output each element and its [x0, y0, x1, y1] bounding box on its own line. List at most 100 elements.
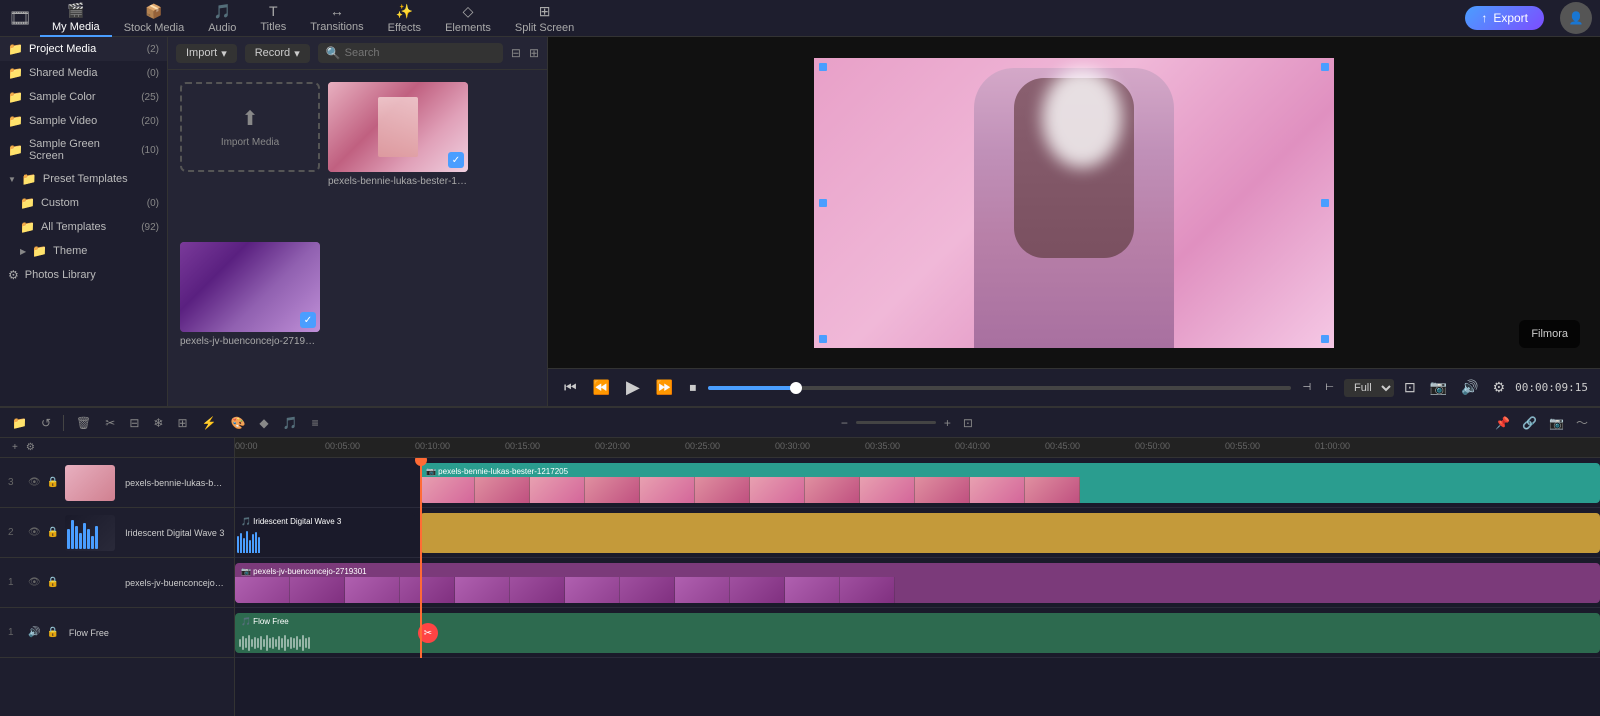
- nav-item-audio[interactable]: 🎵Audio: [196, 0, 248, 37]
- tl-cut-button[interactable]: ✂: [101, 414, 119, 432]
- expand-arrow-preset-templates: ▼: [8, 175, 16, 184]
- filter-icon[interactable]: ⊟: [511, 46, 521, 60]
- skip-back-button[interactable]: ⏮: [560, 377, 581, 398]
- track-audio-lock-button[interactable]: 🔒: [46, 627, 58, 638]
- audio-button[interactable]: 🔊: [1457, 377, 1482, 398]
- timeline-ruler: 00:0000:05:0000:10:0000:15:0000:20:0000:…: [235, 438, 1600, 457]
- search-container: 🔍: [318, 43, 503, 63]
- record-button[interactable]: Record ▾: [245, 44, 310, 63]
- sidebar-item-theme[interactable]: ▶📁Theme: [0, 239, 167, 263]
- step-back-button[interactable]: ⏪: [589, 377, 614, 398]
- play-button[interactable]: ▶: [622, 375, 644, 400]
- sidebar-item-custom[interactable]: 📁Custom(0): [0, 191, 167, 215]
- nav-item-elements[interactable]: ◇Elements: [433, 0, 503, 37]
- nav-icon-stock-media: 📦: [145, 3, 162, 20]
- tl-camera-button[interactable]: 📷: [1545, 412, 1568, 433]
- tl-crop-button[interactable]: ⊞: [173, 414, 191, 432]
- tl-audio-waveform-button[interactable]: 〜: [1572, 412, 1592, 433]
- tl-undo-back[interactable]: ↺: [37, 414, 55, 432]
- nav-item-stock-media[interactable]: 📦Stock Media: [112, 0, 197, 37]
- grid-view-icon[interactable]: ⊞: [529, 46, 539, 60]
- clip-2-preview[interactable]: 🎵 Iridescent Digital Wave 3: [235, 513, 415, 553]
- left-sidebar: 📁Project Media(2)📁Shared Media(0)📁Sample…: [0, 37, 168, 406]
- tl-delete-button[interactable]: 🗑: [72, 414, 95, 432]
- track-audio-mute-button[interactable]: 🔊: [28, 627, 40, 638]
- filmora-watermark: Filmora: [1519, 320, 1580, 348]
- clip-2-gold[interactable]: [420, 513, 1600, 553]
- next-frame-button[interactable]: ⊢: [1321, 380, 1338, 395]
- card-label-2: pexels-jv-buenconcejo-2719301: [180, 336, 320, 347]
- timeline-toolbar: 📁 ↺ 🗑 ✂ ⊟ ❄ ⊞ ⚡ 🎨 ◆ 🎵 ≡ − + ⊡ 📌 🔗 📷 〜: [0, 408, 1600, 438]
- media-grid: ⬆ Import Media ✓ pexels-bennie-lukas-bes…: [168, 70, 547, 406]
- track-label-1: 1 👁 🔒 pexels-jv-buenconcejo-2719301: [0, 558, 234, 608]
- fullscreen-button[interactable]: ⊡: [1400, 377, 1420, 398]
- track-1-eye-button[interactable]: 👁: [28, 577, 41, 588]
- tracks-scroll-area[interactable]: 📷 pexels-bennie-lukas-bester-1217205: [235, 458, 1600, 716]
- settings-button[interactable]: ⚙: [1489, 377, 1510, 398]
- media-card-1[interactable]: ✓ pexels-bennie-lukas-bester-1217205: [328, 82, 468, 234]
- ruler-time-4: 00:20:00: [595, 441, 630, 451]
- media-card-2[interactable]: ✓ pexels-jv-buenconcejo-2719301: [180, 242, 320, 394]
- clip-3[interactable]: 📷 pexels-bennie-lukas-bester-1217205: [420, 463, 1600, 503]
- nav-item-split-screen[interactable]: ⊞Split Screen: [503, 0, 586, 37]
- track-2-lock-button[interactable]: 🔒: [47, 527, 59, 538]
- tl-zoom-in[interactable]: +: [940, 414, 955, 432]
- tl-freeze-button[interactable]: ❄: [149, 414, 167, 432]
- nav-item-my-media[interactable]: 🎬My Media: [40, 0, 112, 37]
- sidebar-item-all-templates[interactable]: 📁All Templates(92): [0, 215, 167, 239]
- sidebar-item-preset-templates[interactable]: ▼📁Preset Templates: [0, 167, 167, 191]
- track-2-eye-button[interactable]: 👁: [28, 527, 41, 538]
- tl-split-button[interactable]: ⊟: [125, 414, 143, 432]
- tl-snap-button[interactable]: 📌: [1491, 412, 1514, 433]
- tl-fit-button[interactable]: ⊡: [959, 414, 977, 432]
- nav-item-effects[interactable]: ✨Effects: [376, 0, 433, 37]
- tl-magnet-button[interactable]: 🔗: [1518, 412, 1541, 433]
- track-3-lock-button[interactable]: 🔒: [47, 477, 59, 488]
- search-input[interactable]: [345, 47, 495, 59]
- card-label-1: pexels-bennie-lukas-bester-1217205: [328, 176, 468, 187]
- quality-select[interactable]: Full: [1344, 379, 1394, 397]
- zoom-slider[interactable]: [856, 421, 936, 424]
- clip-1[interactable]: 📷 pexels-jv-buenconcejo-2719301: [235, 563, 1600, 603]
- prev-frame-button[interactable]: ⊣: [1299, 380, 1316, 395]
- sidebar-item-sample-green[interactable]: 📁Sample Green Screen(10): [0, 133, 167, 167]
- nav-item-transitions[interactable]: ↔Transitions: [298, 0, 375, 37]
- progress-bar[interactable]: [708, 386, 1290, 390]
- screenshot-button[interactable]: 📷: [1426, 377, 1451, 398]
- tl-color-button[interactable]: 🎨: [226, 414, 249, 432]
- step-forward-button[interactable]: ⏩: [652, 377, 677, 398]
- track-row-3: 📷 pexels-bennie-lukas-bester-1217205: [235, 458, 1600, 508]
- user-avatar[interactable]: 👤: [1560, 2, 1592, 34]
- track-3-thumb: [65, 465, 115, 501]
- nav-item-titles[interactable]: TTitles: [248, 0, 298, 37]
- sidebar-item-sample-color[interactable]: 📁Sample Color(25): [0, 85, 167, 109]
- tl-more-button[interactable]: ≡: [308, 414, 323, 432]
- folder-icon-project-media: 📁: [8, 42, 23, 56]
- tl-zoom-out[interactable]: −: [837, 414, 852, 432]
- sidebar-item-photos-library[interactable]: ⚙Photos Library: [0, 263, 167, 287]
- tl-speed-button[interactable]: ⚡: [198, 414, 221, 432]
- sidebar-item-sample-video[interactable]: 📁Sample Video(20): [0, 109, 167, 133]
- tl-audio-button[interactable]: 🎵: [279, 414, 302, 432]
- tl-folder-button[interactable]: 📁: [8, 414, 31, 432]
- sidebar-item-shared-media[interactable]: 📁Shared Media(0): [0, 61, 167, 85]
- track-1-lock-button[interactable]: 🔒: [47, 577, 59, 588]
- tl-add-track-button[interactable]: +: [8, 440, 22, 455]
- nav-icon-split-screen: ⊞: [539, 3, 551, 20]
- sidebar-item-project-media[interactable]: 📁Project Media(2): [0, 37, 167, 61]
- tl-track-settings-button[interactable]: ⚙: [22, 440, 39, 455]
- track-3-eye-button[interactable]: 👁: [28, 477, 41, 488]
- ruler-time-3: 00:15:00: [505, 441, 540, 451]
- preview-area: Filmora ⏮ ⏪ ▶ ⏩ ⏹ ⊣ ⊢ Full ⊡ 📷: [548, 37, 1600, 406]
- export-button[interactable]: ↑ Export: [1465, 6, 1544, 30]
- import-media-card[interactable]: ⬆ Import Media: [180, 82, 320, 234]
- playhead[interactable]: [420, 458, 422, 658]
- tl-keyframe-button[interactable]: ◆: [255, 414, 272, 432]
- preview-right-controls: ⊣ ⊢ Full ⊡ 📷 🔊 ⚙ 00:00:09:15: [1299, 377, 1588, 398]
- folder-icon-sample-color: 📁: [8, 90, 23, 104]
- export-icon: ↑: [1481, 11, 1487, 25]
- clip-audio[interactable]: 🎵 Flow Free: [235, 613, 1600, 653]
- stop-button[interactable]: ⏹: [685, 377, 700, 398]
- import-button[interactable]: Import ▾: [176, 44, 237, 63]
- track-row-audio: 🎵 Flow Free: [235, 608, 1600, 658]
